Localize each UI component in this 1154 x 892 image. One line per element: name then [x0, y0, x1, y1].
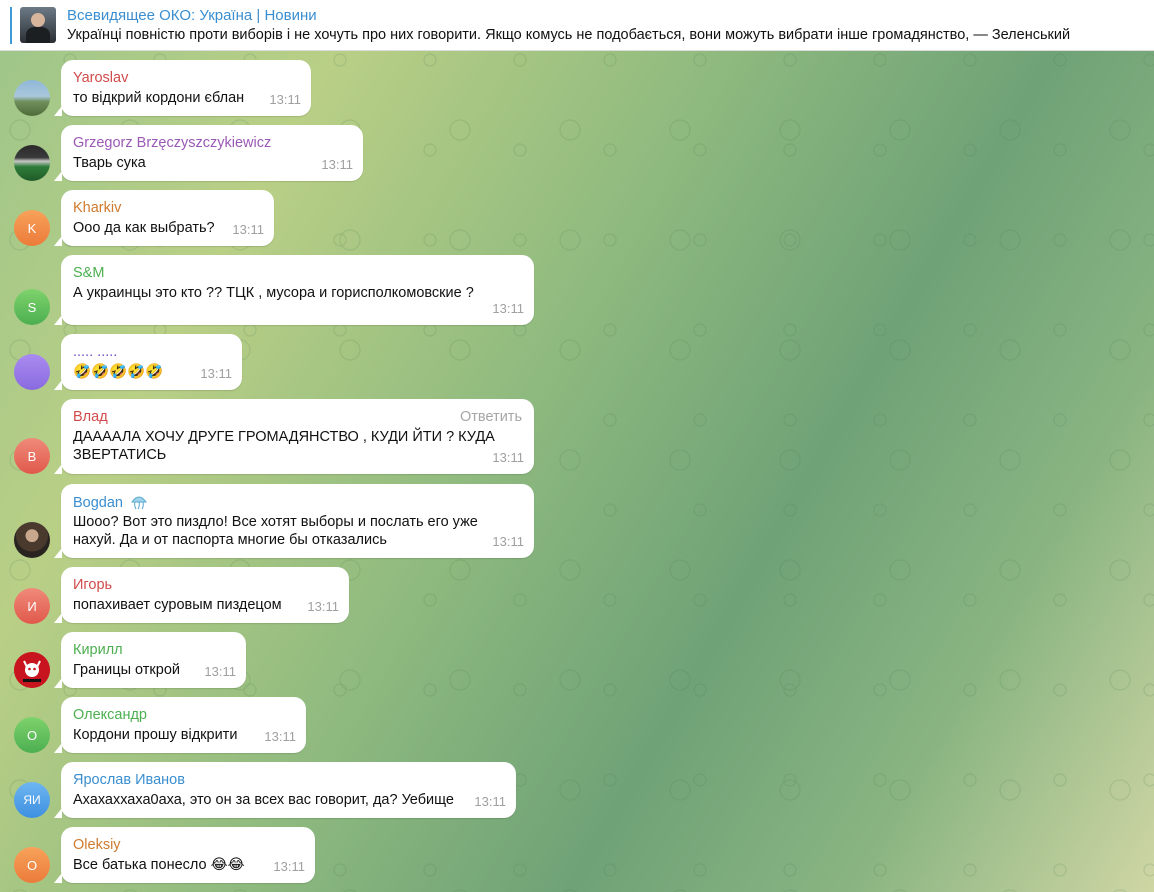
avatar-photo[interactable]	[14, 145, 50, 181]
message-text-line: нахуй. Да и от паспорта многие бы отказа…	[73, 532, 387, 548]
message-bubble[interactable]: Kharkiv Ооо да как выбрать? 13:11	[54, 190, 274, 246]
message-text: Тварь сука	[73, 155, 146, 171]
message-time: 13:11	[269, 92, 301, 107]
message-text: Кордони прошу відкрити	[73, 727, 238, 743]
pinned-thumbnail	[20, 7, 56, 43]
sender-name[interactable]: Oleksiy	[73, 837, 121, 853]
sender-name[interactable]: ..... .....	[73, 344, 117, 360]
message-text: Границы открой	[73, 662, 180, 678]
message-text-line: ЗВЕРТАТИСЬ	[73, 447, 167, 463]
message-bubble[interactable]: Кирилл Границы открой 13:11	[54, 632, 246, 688]
pinned-message-bar[interactable]: Всевидящее ОКО: Україна | Новини Українц…	[0, 0, 1154, 51]
message-text: Ахахаххаха0аха, это он за всех вас говор…	[73, 792, 454, 808]
message-time: 13:11	[200, 366, 232, 381]
message-text-line: ДААААЛА ХОЧУ ДРУГЕ ГРОМАДЯНСТВО , КУДИ Й…	[73, 429, 495, 445]
avatar-initials[interactable]: S	[14, 289, 50, 325]
avatar-initials[interactable]: И	[14, 588, 50, 624]
pinned-accent-line	[10, 7, 12, 44]
sender-name[interactable]: Kharkiv	[73, 200, 121, 216]
message-bubble[interactable]: Олександр Кордони прошу відкрити 13:11	[54, 697, 306, 753]
avatar-photo[interactable]	[14, 80, 50, 116]
message-time: 13:11	[321, 157, 353, 172]
message-time: 13:11	[273, 859, 305, 874]
sender-name[interactable]: Олександр	[73, 707, 147, 723]
avatar-initials[interactable]: O	[14, 847, 50, 883]
message-time: 13:11	[492, 534, 524, 549]
message-bubble[interactable]: ..... ..... 🤣🤣🤣🤣🤣 13:11	[54, 334, 242, 390]
message-time: 13:11	[474, 794, 506, 809]
message-bubble[interactable]: Grzegorz Brzęczyszczykiewicz Тварь сука …	[54, 125, 363, 181]
message-text: ДААААЛА ХОЧУ ДРУГЕ ГРОМАДЯНСТВО , КУДИ Й…	[73, 428, 495, 464]
sender-name[interactable]: Bogdan	[73, 494, 148, 514]
sender-name[interactable]: Кирилл	[73, 642, 123, 658]
avatar-initials[interactable]: О	[14, 717, 50, 753]
message-time: 13:11	[307, 599, 339, 614]
message-bubble[interactable]: Oleksiy Все батька понесло 😂😂 13:11	[54, 827, 315, 883]
message-text: Шооо? Вот это пиздло! Все хотят выборы и…	[73, 513, 478, 549]
message-bubble[interactable]: S&M А украинцы это кто ?? ТЦК , мусора и…	[54, 255, 534, 325]
message-time: 13:11	[492, 450, 524, 465]
message-bubble[interactable]: Yaroslav то відкрий кордони єблан 13:11	[54, 60, 311, 116]
message-bubble[interactable]: Влад Ответить ДААААЛА ХОЧУ ДРУГЕ ГРОМАДЯ…	[54, 399, 534, 474]
message-time: 13:11	[204, 664, 236, 679]
message-text: Все батька понесло 😂😂	[73, 857, 245, 873]
message-bubble[interactable]: Игорь попахивает суровым пиздецом 13:11	[54, 567, 349, 623]
message-text: 🤣🤣🤣🤣🤣	[73, 364, 164, 380]
message-text: то відкрий кордони єблан	[73, 90, 245, 106]
message-text: А украинцы это кто ?? ТЦК , мусора и гор…	[73, 285, 474, 301]
sender-name[interactable]: Игорь	[73, 577, 112, 593]
message-time: 13:11	[492, 301, 524, 316]
message-time: 13:11	[232, 222, 264, 237]
avatar-logo[interactable]	[14, 652, 50, 688]
sender-name[interactable]: S&M	[73, 265, 104, 281]
message-bubble[interactable]: Bogdan Шооо? Вот это пиздло! Все хотят в…	[54, 484, 534, 558]
avatar-blank[interactable]	[14, 354, 50, 390]
message-bubble[interactable]: Ярослав Иванов Ахахаххаха0аха, это он за…	[54, 762, 516, 818]
jellyfish-icon	[130, 494, 148, 514]
sender-name[interactable]: Grzegorz Brzęczyszczykiewicz	[73, 135, 271, 151]
avatar-initials[interactable]: В	[14, 438, 50, 474]
message-time: 13:11	[264, 729, 296, 744]
pinned-title: Всевидящее ОКО: Україна | Новини	[67, 7, 317, 24]
message-text-line: Шооо? Вот это пиздло! Все хотят выборы и…	[73, 514, 478, 530]
avatar-initials[interactable]: ЯИ	[14, 782, 50, 818]
sender-name[interactable]: Yaroslav	[73, 70, 128, 86]
sender-name[interactable]: Ярослав Иванов	[73, 772, 185, 788]
devil-logo-icon	[14, 652, 50, 688]
sender-name[interactable]: Влад	[73, 409, 108, 425]
pinned-text: Українці повністю проти виборів і не хоч…	[67, 27, 1071, 43]
message-text: попахивает суровым пиздецом	[73, 597, 282, 613]
avatar-initials[interactable]: K	[14, 210, 50, 246]
sender-name-label: Bogdan	[73, 495, 123, 511]
reply-button[interactable]: Ответить	[460, 409, 522, 425]
message-text: Ооо да как выбрать?	[73, 220, 215, 236]
avatar-photo[interactable]	[14, 522, 50, 558]
